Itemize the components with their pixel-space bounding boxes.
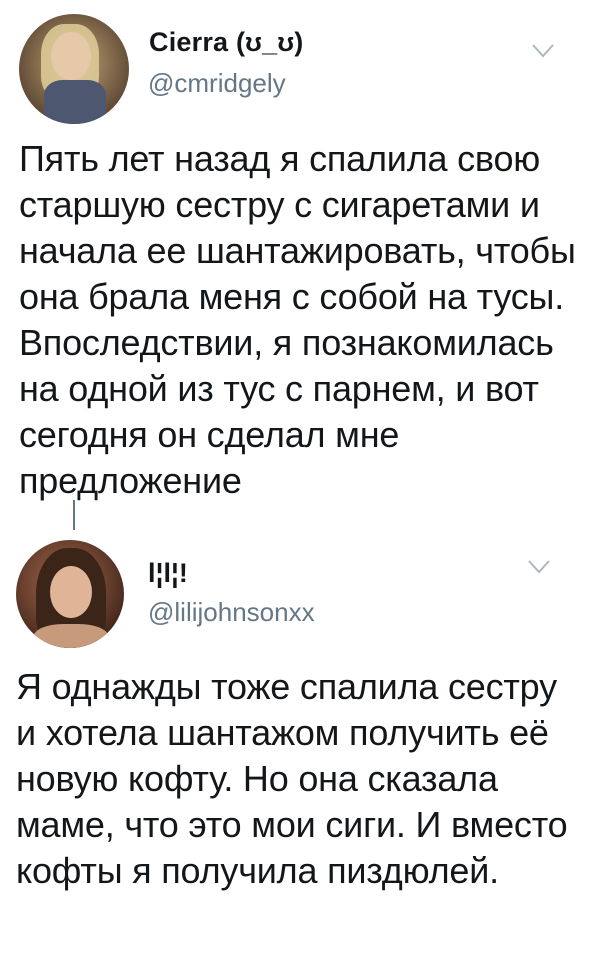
tweet-text: Пять лет назад я спалила свою старшую се… (19, 138, 576, 501)
avatar-face (50, 566, 92, 618)
avatar-body (44, 80, 106, 124)
display-name[interactable]: Сіerra (ʊ_ʊ) (149, 27, 304, 58)
chevron-down-icon[interactable] (528, 560, 550, 574)
avatar-body (34, 624, 108, 648)
tweet-text: Я однажды тоже спалила сестру и хотела ш… (16, 666, 568, 891)
chevron-down-icon[interactable] (532, 44, 554, 58)
avatar[interactable] (19, 14, 129, 124)
tweet-original: Сіerra (ʊ_ʊ) @cmridgely Пять лет назад я… (0, 0, 600, 530)
avatar-face (51, 32, 91, 80)
user-handle[interactable]: @cmridgely (148, 68, 286, 99)
tweet-reply: l¦l¦! @lilijohnsonxx Я однажды тоже спал… (0, 530, 600, 964)
user-handle[interactable]: @lilijohnsonxx (148, 597, 315, 628)
display-name[interactable]: l¦l¦! (148, 558, 188, 589)
avatar[interactable] (16, 540, 124, 648)
thread-connector-line (73, 500, 75, 530)
